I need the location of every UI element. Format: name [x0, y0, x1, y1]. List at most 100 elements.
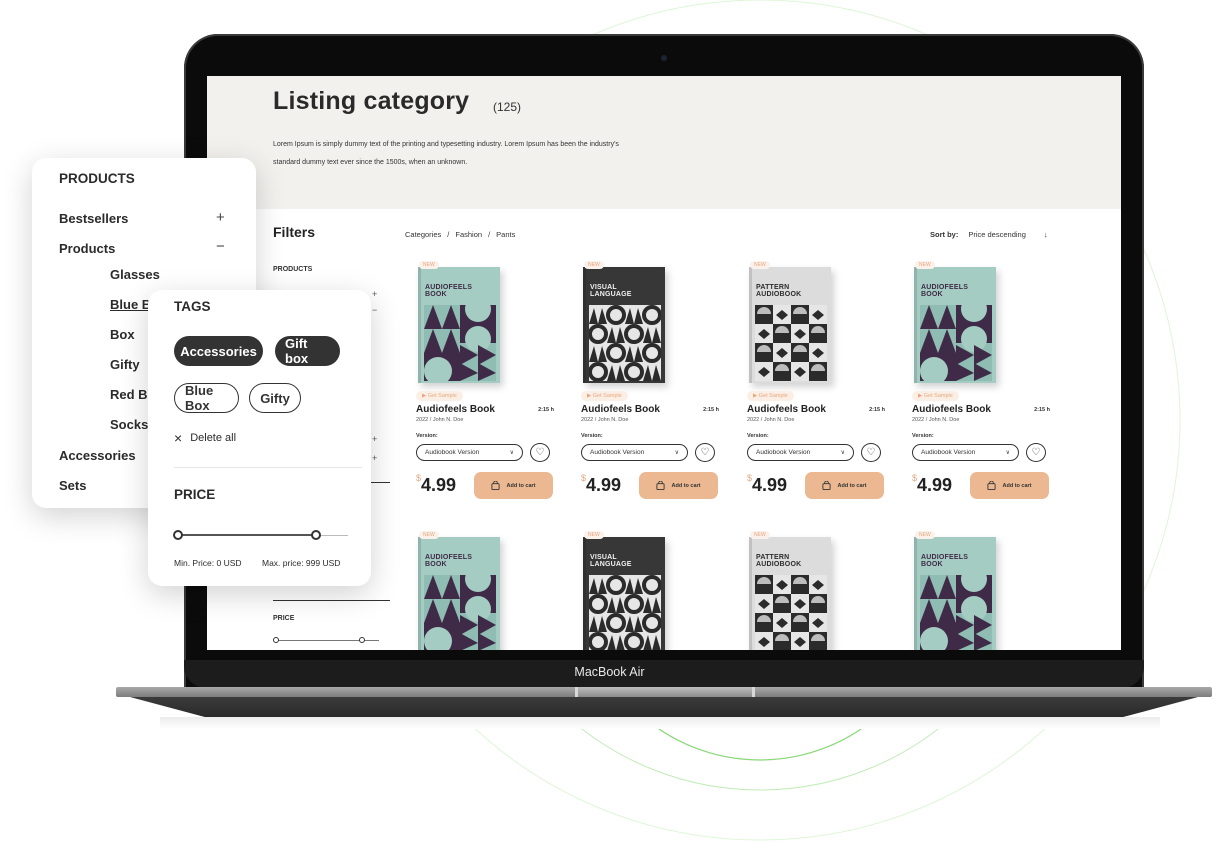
product-card[interactable]: VISUAL LANGUAGE NEW	[581, 531, 721, 650]
product-card[interactable]: PATTERN AUDIOBOOK NEW	[747, 531, 887, 650]
delete-all-button[interactable]: × Delete all	[174, 430, 236, 446]
add-to-cart-label: Add to cart	[671, 482, 701, 489]
get-sample-button[interactable]: ▶ Get Sample	[747, 391, 794, 401]
book-cover[interactable]: AUDIOFEELS BOOK	[418, 267, 500, 383]
wishlist-heart-icon[interactable]: ♡	[861, 443, 881, 462]
max-price-label: Max. price: 999 USD	[262, 558, 341, 568]
sort-control[interactable]: Sort by: Price descending ↓	[930, 230, 1048, 239]
products-panel-title: PRODUCTS	[59, 171, 135, 186]
price-range-max-handle[interactable]	[310, 530, 321, 540]
filters-products-label: PRODUCTS	[273, 266, 313, 273]
price-slider-min-handle[interactable]	[273, 637, 279, 643]
collapse-icon[interactable]: −	[216, 238, 225, 255]
cover-title-line: AUDIOFEELS	[425, 284, 473, 291]
book-spine	[418, 267, 421, 383]
price-title: PRICE	[174, 487, 216, 502]
breadcrumb-pants[interactable]: Pants	[496, 230, 515, 239]
breadcrumb-separator: /	[488, 230, 491, 239]
cover-title-line: BOOK	[425, 291, 447, 298]
add-to-cart-label: Add to cart	[837, 482, 867, 489]
book-cover[interactable]: PATTERN AUDIOBOOK	[749, 537, 831, 650]
version-select[interactable]: Audiobook Version ∨	[581, 444, 688, 461]
collapse-icon[interactable]: −	[372, 305, 377, 315]
book-spine	[583, 267, 586, 383]
shopping-bag-icon	[656, 481, 666, 490]
product-card[interactable]: AUDIOFEELS BOOK NEW ▶ Get Sample Audiofee…	[912, 261, 1052, 521]
subcategory-socks[interactable]: Socks	[110, 417, 148, 432]
book-cover[interactable]: AUDIOFEELS BOOK	[914, 267, 996, 383]
category-products[interactable]: Products	[59, 241, 115, 256]
book-cover[interactable]: PATTERN AUDIOBOOK	[749, 267, 831, 383]
laptop-hinge	[575, 687, 755, 697]
breadcrumb-fashion[interactable]: Fashion	[455, 230, 482, 239]
subcategory-box[interactable]: Box	[110, 327, 135, 342]
product-title[interactable]: Audiofeels Book	[912, 404, 991, 415]
add-to-cart-button[interactable]: Add to cart	[474, 472, 553, 499]
shopping-bag-icon	[822, 481, 832, 490]
cover-title: AUDIOFEELS BOOK	[921, 284, 968, 298]
tag-chip-active[interactable]: Accessories	[174, 336, 263, 366]
version-select[interactable]: Audiobook Version ∨	[747, 444, 854, 461]
category-accessories[interactable]: Accessories	[59, 448, 136, 463]
cover-title-line: AUDIOFEELS	[425, 554, 473, 561]
new-badge: NEW	[419, 261, 439, 269]
cover-title-line: VISUAL	[590, 284, 617, 291]
wishlist-heart-icon[interactable]: ♡	[530, 443, 550, 462]
cover-title-line: AUDIOFEELS	[921, 554, 969, 561]
product-card[interactable]: AUDIOFEELS BOOK NEW	[416, 531, 556, 650]
product-title[interactable]: Audiofeels Book	[416, 404, 495, 415]
breadcrumb: Categories / Fashion / Pants	[405, 230, 515, 239]
expand-icon[interactable]: +	[372, 289, 377, 299]
product-card[interactable]: VISUAL LANGUAGE NEW ▶ Get Sample Audiofee…	[581, 261, 721, 521]
category-sets[interactable]: Sets	[59, 478, 86, 493]
breadcrumb-categories[interactable]: Categories	[405, 230, 441, 239]
product-meta: 2022 / John N. Doe	[747, 417, 795, 423]
add-to-cart-button[interactable]: Add to cart	[970, 472, 1049, 499]
cover-title: VISUAL LANGUAGE	[590, 554, 632, 568]
cover-title-line: BOOK	[921, 291, 943, 298]
book-cover[interactable]: VISUAL LANGUAGE	[583, 537, 665, 650]
cover-title: PATTERN AUDIOBOOK	[756, 554, 801, 568]
stage: Listing category (125) Lorem Ipsum is si…	[0, 0, 1219, 844]
sort-direction-icon[interactable]: ↓	[1044, 230, 1048, 239]
get-sample-button[interactable]: ▶ Get Sample	[912, 391, 959, 401]
expand-icon[interactable]: +	[372, 434, 377, 444]
wishlist-heart-icon[interactable]: ♡	[1026, 443, 1046, 462]
price-slider-max-handle[interactable]	[359, 637, 365, 643]
subcategory-gifty[interactable]: Gifty	[110, 357, 140, 372]
version-label: Version:	[416, 433, 438, 439]
product-title[interactable]: Audiofeels Book	[581, 404, 660, 415]
product-meta: 2022 / John N. Doe	[416, 417, 464, 423]
wishlist-heart-icon[interactable]: ♡	[695, 443, 715, 462]
get-sample-button[interactable]: ▶ Get Sample	[581, 391, 628, 401]
cover-title-line: BOOK	[921, 561, 943, 568]
sort-value[interactable]: Price descending	[968, 230, 1026, 239]
min-price-label: Min. Price: 0 USD	[174, 558, 242, 568]
product-card[interactable]: AUDIOFEELS BOOK NEW ▶ Get Sample Audiofee…	[416, 261, 556, 521]
cover-title-line: AUDIOFEELS	[921, 284, 969, 291]
product-card[interactable]: PATTERN AUDIOBOOK NEW ▶ Get Sample Audiof…	[747, 261, 887, 521]
product-duration: 2:15 h	[1034, 407, 1050, 413]
book-cover[interactable]: VISUAL LANGUAGE	[583, 267, 665, 383]
add-to-cart-button[interactable]: Add to cart	[805, 472, 884, 499]
price-range-min-handle[interactable]	[173, 530, 183, 540]
tag-chip[interactable]: Gifty	[249, 383, 301, 413]
version-select[interactable]: Audiobook Version ∨	[416, 444, 523, 461]
cover-title: PATTERN AUDIOBOOK	[756, 284, 801, 298]
expand-icon[interactable]: +	[372, 453, 377, 463]
category-bestsellers[interactable]: Bestsellers	[59, 211, 128, 226]
delete-all-label: Delete all	[190, 432, 237, 444]
book-cover[interactable]: AUDIOFEELS BOOK	[418, 537, 500, 650]
product-card[interactable]: AUDIOFEELS BOOK NEW	[912, 531, 1052, 650]
book-cover[interactable]: AUDIOFEELS BOOK	[914, 537, 996, 650]
get-sample-button[interactable]: ▶ Get Sample	[416, 391, 463, 401]
tag-chip-active[interactable]: Gift box	[275, 336, 340, 366]
expand-icon[interactable]: +	[216, 209, 225, 226]
add-to-cart-button[interactable]: Add to cart	[639, 472, 718, 499]
tag-chip[interactable]: Blue Box	[174, 383, 239, 413]
product-title[interactable]: Audiofeels Book	[747, 404, 826, 415]
subcategory-glasses[interactable]: Glasses	[110, 267, 160, 282]
price-value: 4.99	[917, 475, 953, 495]
cover-title: AUDIOFEELS BOOK	[921, 554, 968, 568]
version-select[interactable]: Audiobook Version ∨	[912, 444, 1019, 461]
